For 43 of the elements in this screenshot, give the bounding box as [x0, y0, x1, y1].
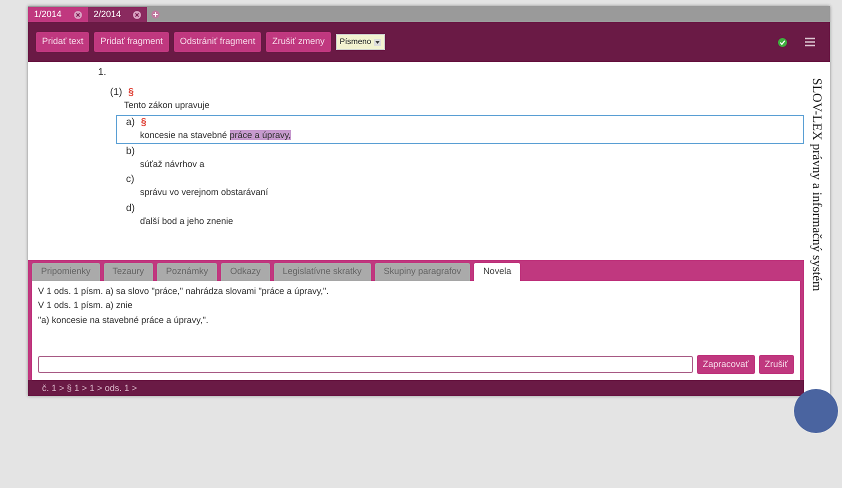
dropdown-caret-icon — [374, 38, 382, 46]
action-button[interactable]: Zapracovať — [696, 354, 755, 374]
panel-tab[interactable]: Tezaury — [104, 263, 154, 280]
item-letter: b) — [126, 146, 135, 157]
type-select[interactable]: Písmeno — [336, 34, 386, 50]
toolbar-button[interactable]: Odstrániť fragment — [174, 32, 262, 52]
item-text: koncesie na stavebné práce a úpravy, — [139, 130, 292, 141]
item-text: správu vo verejnom obstarávaní — [139, 187, 270, 198]
breadcrumb: č. 1 > § 1 > 1 > ods. 1 > — [28, 380, 804, 396]
close-icon[interactable] — [133, 10, 142, 18]
document-tab[interactable]: 1/2014 — [28, 7, 88, 22]
toolbar-button[interactable]: Pridať fragment — [94, 32, 169, 52]
amendment-text: "a) koncesie na stavebné práce a úpravy,". — [38, 314, 210, 327]
toolbar-button[interactable]: Zrušiť zmeny — [266, 32, 331, 52]
action-button[interactable]: Zrušiť — [758, 354, 794, 374]
section-mark: § — [128, 87, 134, 98]
floating-action-button[interactable] — [794, 389, 838, 433]
paragraph-number: (1) — [110, 87, 122, 98]
section-mark: § — [140, 116, 146, 128]
panel-tab[interactable]: Odkazy — [221, 263, 270, 280]
check-status-icon — [778, 38, 787, 46]
side-title: SLOV-LEX právny a informačný systém — [808, 78, 826, 292]
amendment-text: V 1 ods. 1 písm. a) sa slovo "práce," nahrádza slovami "práce a úpravy,". — [38, 284, 330, 298]
item-letter: d) — [126, 203, 135, 214]
document-tab[interactable]: 2/2014 — [88, 7, 148, 22]
section-number: 1. — [98, 67, 108, 79]
item-letter: c) — [126, 174, 134, 186]
amendment-text: V 1 ods. 1 písm. a) znie — [38, 299, 134, 312]
paragraph-text: Tento zákon upravuje — [123, 100, 211, 111]
toolbar-button[interactable]: Pridať text — [36, 32, 90, 52]
item-letter: a) — [126, 116, 135, 128]
panel-tab[interactable]: Legislatívne skratky — [274, 263, 371, 280]
add-tab-icon[interactable] — [151, 10, 160, 19]
panel-tab[interactable]: Pripomienky — [32, 263, 100, 280]
panel-tab[interactable]: Skupiny paragrafov — [374, 263, 470, 280]
panel-tab[interactable]: Novela — [474, 263, 520, 280]
close-icon[interactable] — [74, 10, 82, 18]
item-text: ďalší bod a jeho znenie — [139, 216, 234, 227]
selected-item-frame[interactable]: a) § koncesie na stavebné práce a úpravy, — [116, 114, 804, 144]
text-input-field[interactable] — [38, 356, 693, 373]
menu-icon[interactable] — [804, 37, 816, 47]
item-text: súťaž návrhov a — [139, 158, 206, 170]
panel-tab[interactable]: Poznámky — [157, 263, 218, 280]
